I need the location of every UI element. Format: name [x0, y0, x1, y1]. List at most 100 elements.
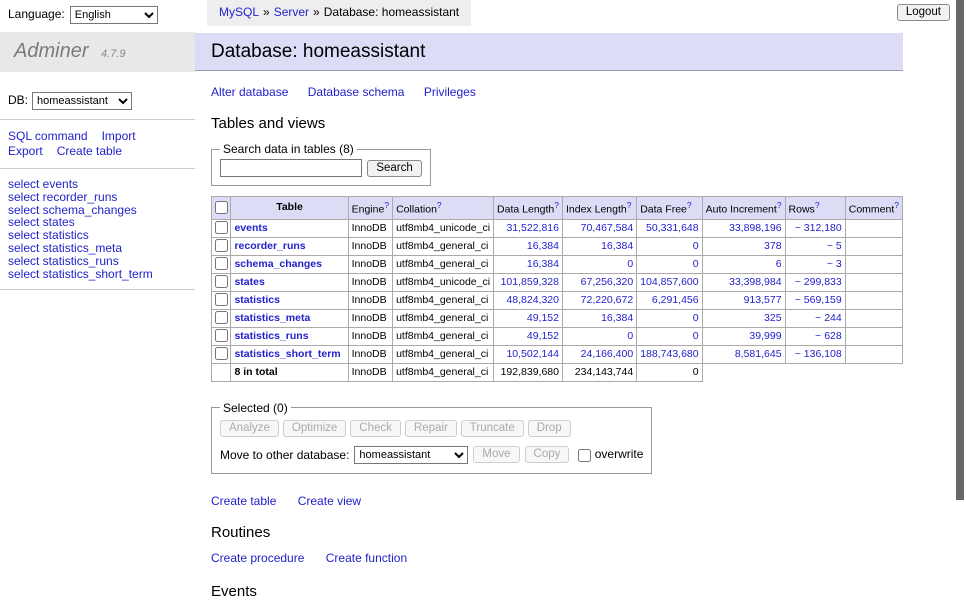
overwrite-label: overwrite	[595, 447, 644, 461]
data-free-cell: 50,331,648	[637, 219, 702, 237]
db-row: DB: homeassistant	[8, 92, 195, 110]
row-checkbox-cell	[212, 255, 231, 273]
routines-links: Create procedure Create function	[211, 551, 903, 565]
row-checkbox[interactable]	[215, 257, 228, 270]
check-button[interactable]: Check	[350, 420, 401, 437]
database-schema-link[interactable]: Database schema	[308, 85, 405, 99]
row-checkbox[interactable]	[215, 311, 228, 324]
total-engine: InnoDB	[348, 363, 392, 381]
table-name-link[interactable]: statistics_short_term	[234, 348, 340, 360]
sidebar-divider	[0, 119, 195, 120]
create-view-link[interactable]: Create view	[298, 494, 361, 508]
data-free-cell: 0	[637, 309, 702, 327]
auto-increment-cell: 6	[702, 255, 785, 273]
overwrite-checkbox[interactable]	[578, 449, 591, 462]
data-length-cell: 16,384	[494, 255, 563, 273]
db-label: DB:	[8, 93, 28, 107]
drop-button[interactable]: Drop	[528, 420, 571, 437]
scrollbar-thumb[interactable]	[956, 0, 964, 500]
row-checkbox[interactable]	[215, 329, 228, 342]
column-help-link[interactable]: ?	[554, 200, 559, 210]
column-header-collation: Collation?	[393, 197, 494, 220]
table-name-link[interactable]: recorder_runs	[234, 240, 305, 252]
sidebar-link-sql-command[interactable]: SQL command	[8, 129, 88, 143]
column-help-link[interactable]: ?	[384, 200, 389, 210]
rows-cell: ~ 136,108	[785, 345, 845, 363]
logout-button[interactable]: Logout	[897, 4, 950, 21]
table-name-link[interactable]: events	[234, 222, 267, 234]
search-fieldset: Search data in tables (8) Search	[211, 142, 431, 186]
table-name-link[interactable]: statistics	[234, 294, 280, 306]
column-help-link[interactable]: ?	[815, 200, 820, 210]
total-collation: utf8mb4_general_ci	[393, 363, 494, 381]
sidebar-link-export[interactable]: Export	[8, 144, 43, 158]
data-length-cell: 31,522,816	[494, 219, 563, 237]
table-name-link[interactable]: statistics_runs	[234, 330, 308, 342]
row-checkbox-cell	[212, 327, 231, 345]
optimize-button[interactable]: Optimize	[283, 420, 346, 437]
table-name-link[interactable]: states	[234, 276, 264, 288]
sidebar-link-create-table[interactable]: Create table	[57, 144, 122, 158]
data-length-cell: 10,502,144	[494, 345, 563, 363]
row-checkbox[interactable]	[215, 221, 228, 234]
create-table-link[interactable]: Create table	[211, 494, 276, 508]
db-select[interactable]: homeassistant	[32, 92, 132, 110]
copy-button[interactable]: Copy	[525, 446, 570, 463]
row-checkbox-cell	[212, 309, 231, 327]
row-checkbox[interactable]	[215, 239, 228, 252]
select-all-checkbox[interactable]	[215, 201, 228, 214]
create-procedure-link[interactable]: Create procedure	[211, 551, 304, 565]
column-header-data-length: Data Length?	[494, 197, 563, 220]
auto-increment-cell: 913,577	[702, 291, 785, 309]
sidebar-table-link[interactable]: select events	[8, 178, 195, 191]
total-data-length: 192,839,680	[494, 363, 563, 381]
total-label: 8 in total	[231, 363, 348, 381]
table-name-link[interactable]: schema_changes	[234, 258, 322, 270]
row-checkbox[interactable]	[215, 293, 228, 306]
sidebar-table-link[interactable]: select recorder_runs	[8, 191, 195, 204]
repair-button[interactable]: Repair	[405, 420, 457, 437]
row-checkbox[interactable]	[215, 275, 228, 288]
search-button[interactable]: Search	[367, 160, 421, 177]
row-checkbox-cell	[212, 345, 231, 363]
data-length-cell: 16,384	[494, 237, 563, 255]
table-row: states InnoDB utf8mb4_unicode_ci 101,859…	[212, 273, 903, 291]
column-header-table: Table	[231, 197, 348, 220]
privileges-link[interactable]: Privileges	[424, 85, 476, 99]
move-button[interactable]: Move	[473, 446, 519, 463]
language-row: Language:English	[0, 0, 195, 24]
sidebar-divider	[0, 168, 195, 169]
engine-cell: InnoDB	[348, 255, 392, 273]
truncate-button[interactable]: Truncate	[461, 420, 524, 437]
table-name-link[interactable]: statistics_meta	[234, 312, 310, 324]
database-nav-links: Alter database Database schema Privilege…	[211, 85, 903, 99]
column-help-link[interactable]: ?	[687, 200, 692, 210]
column-help-link[interactable]: ?	[894, 200, 899, 210]
total-index-length: 234,143,744	[563, 363, 637, 381]
scrollbar-track[interactable]	[956, 0, 966, 543]
create-links: Create table Create view	[211, 494, 903, 508]
column-help-link[interactable]: ?	[777, 200, 782, 210]
alter-database-link[interactable]: Alter database	[211, 85, 288, 99]
row-checkbox[interactable]	[215, 347, 228, 360]
create-function-link[interactable]: Create function	[326, 551, 407, 565]
analyze-button[interactable]: Analyze	[220, 420, 279, 437]
column-header-comment: Comment?	[845, 197, 902, 220]
column-help-link[interactable]: ?	[437, 200, 442, 210]
sidebar-table-link[interactable]: select statistics_short_term	[8, 268, 195, 281]
column-header-engine: Engine?	[348, 197, 392, 220]
sidebar-table-link[interactable]: select statistics_meta	[8, 242, 195, 255]
sidebar-table-link[interactable]: select statistics_runs	[8, 255, 195, 268]
data-length-cell: 101,859,328	[494, 273, 563, 291]
column-help-link[interactable]: ?	[627, 200, 632, 210]
language-select[interactable]: English	[70, 6, 158, 24]
collation-cell: utf8mb4_unicode_ci	[393, 219, 494, 237]
search-input[interactable]	[220, 159, 362, 177]
move-db-select[interactable]: homeassistant	[354, 446, 468, 464]
auto-increment-cell: 33,398,984	[702, 273, 785, 291]
collation-cell: utf8mb4_general_ci	[393, 345, 494, 363]
app-version[interactable]: 4.7.9	[101, 48, 125, 60]
app-name: Adminer	[14, 40, 88, 62]
sidebar-link-import[interactable]: Import	[102, 129, 136, 143]
total-data-free: 0	[637, 363, 702, 381]
